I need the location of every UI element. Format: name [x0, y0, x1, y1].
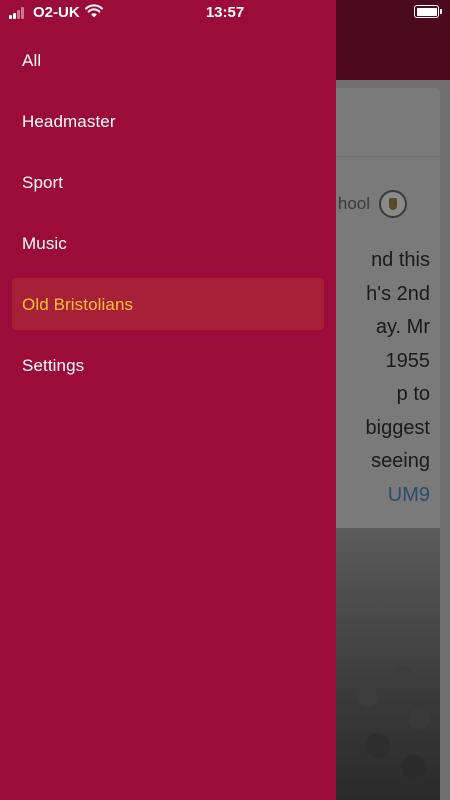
status-time: 13:57: [205, 4, 245, 21]
drawer-item-label: Sport: [22, 172, 64, 192]
drawer-item-old-bristolians[interactable]: Old Bristolians: [0, 274, 336, 335]
drawer-item-all[interactable]: All: [0, 30, 336, 91]
drawer-item-music[interactable]: Music: [0, 213, 336, 274]
navigation-drawer: All Headmaster Sport Music Old Bristolia…: [0, 0, 336, 800]
status-bar: O2-UK 13:57: [0, 0, 450, 26]
drawer-item-label: All: [22, 50, 42, 70]
drawer-item-label: Music: [22, 233, 67, 253]
drawer-item-label: Old Bristolians: [22, 294, 134, 314]
drawer-item-label: Settings: [22, 355, 85, 375]
drawer-item-sport[interactable]: Sport: [0, 152, 336, 213]
battery-icon: [414, 5, 442, 18]
drawer-menu: All Headmaster Sport Music Old Bristolia…: [0, 30, 336, 396]
drawer-item-headmaster[interactable]: Headmaster: [0, 91, 336, 152]
drawer-item-label: Headmaster: [22, 111, 116, 131]
drawer-item-settings[interactable]: Settings: [0, 335, 336, 396]
